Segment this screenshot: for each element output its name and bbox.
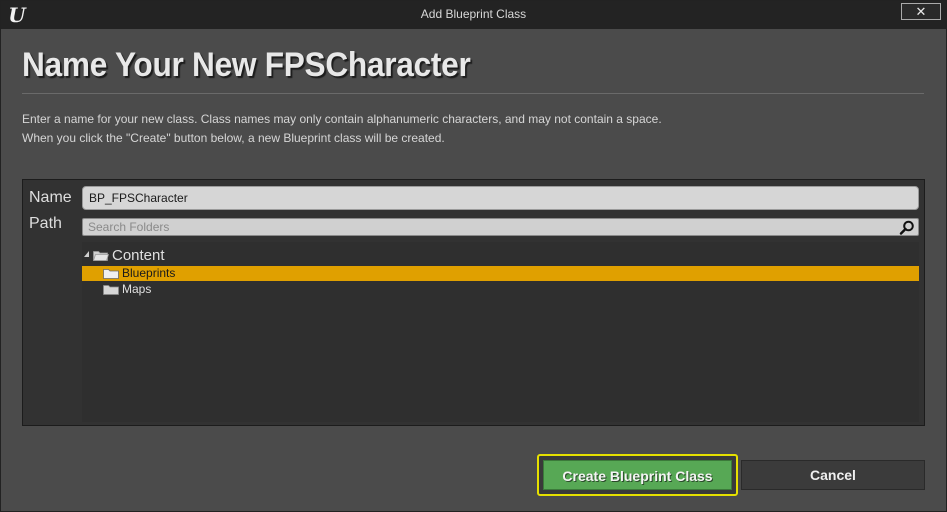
folder-icon — [103, 285, 119, 295]
divider — [22, 93, 924, 94]
page-title: Name Your New FPSCharacter — [22, 46, 471, 84]
search-icon[interactable] — [899, 220, 915, 235]
create-button-label: Create Blueprint Class — [543, 460, 732, 490]
tree-item-label: Content — [112, 247, 165, 264]
cancel-button[interactable]: Cancel — [741, 460, 925, 490]
title-bar[interactable]: U Add Blueprint Class ✕ — [1, 1, 946, 29]
class-settings-panel: Name BP_FPSCharacter Path Search Folders… — [22, 179, 925, 426]
description-line-2: When you click the "Create" button below… — [22, 131, 445, 145]
path-label: Path — [29, 215, 62, 232]
expand-arrow-icon[interactable] — [84, 251, 89, 257]
tree-item-content[interactable]: Content — [82, 246, 919, 264]
tree-item-blueprints[interactable]: Blueprints — [82, 266, 919, 281]
search-folders-input[interactable]: Search Folders — [82, 218, 919, 236]
folder-open-icon — [93, 251, 109, 261]
window-title: Add Blueprint Class — [420, 7, 527, 21]
close-button[interactable]: ✕ — [901, 3, 941, 20]
description-line-1: Enter a name for your new class. Class n… — [22, 112, 662, 126]
tree-item-maps[interactable]: Maps — [82, 281, 919, 297]
folder-icon — [103, 269, 119, 279]
name-input[interactable]: BP_FPSCharacter — [82, 186, 919, 210]
tree-item-label: Maps — [122, 282, 152, 296]
search-placeholder: Search Folders — [88, 220, 170, 234]
name-label: Name — [29, 189, 72, 206]
create-blueprint-class-button[interactable]: Create Blueprint Class — [537, 454, 738, 496]
folder-tree: Content Blueprints Maps — [82, 242, 919, 422]
tree-item-label: Blueprints — [122, 266, 176, 280]
add-blueprint-class-dialog: U Add Blueprint Class ✕ Name Your New FP… — [0, 0, 947, 512]
